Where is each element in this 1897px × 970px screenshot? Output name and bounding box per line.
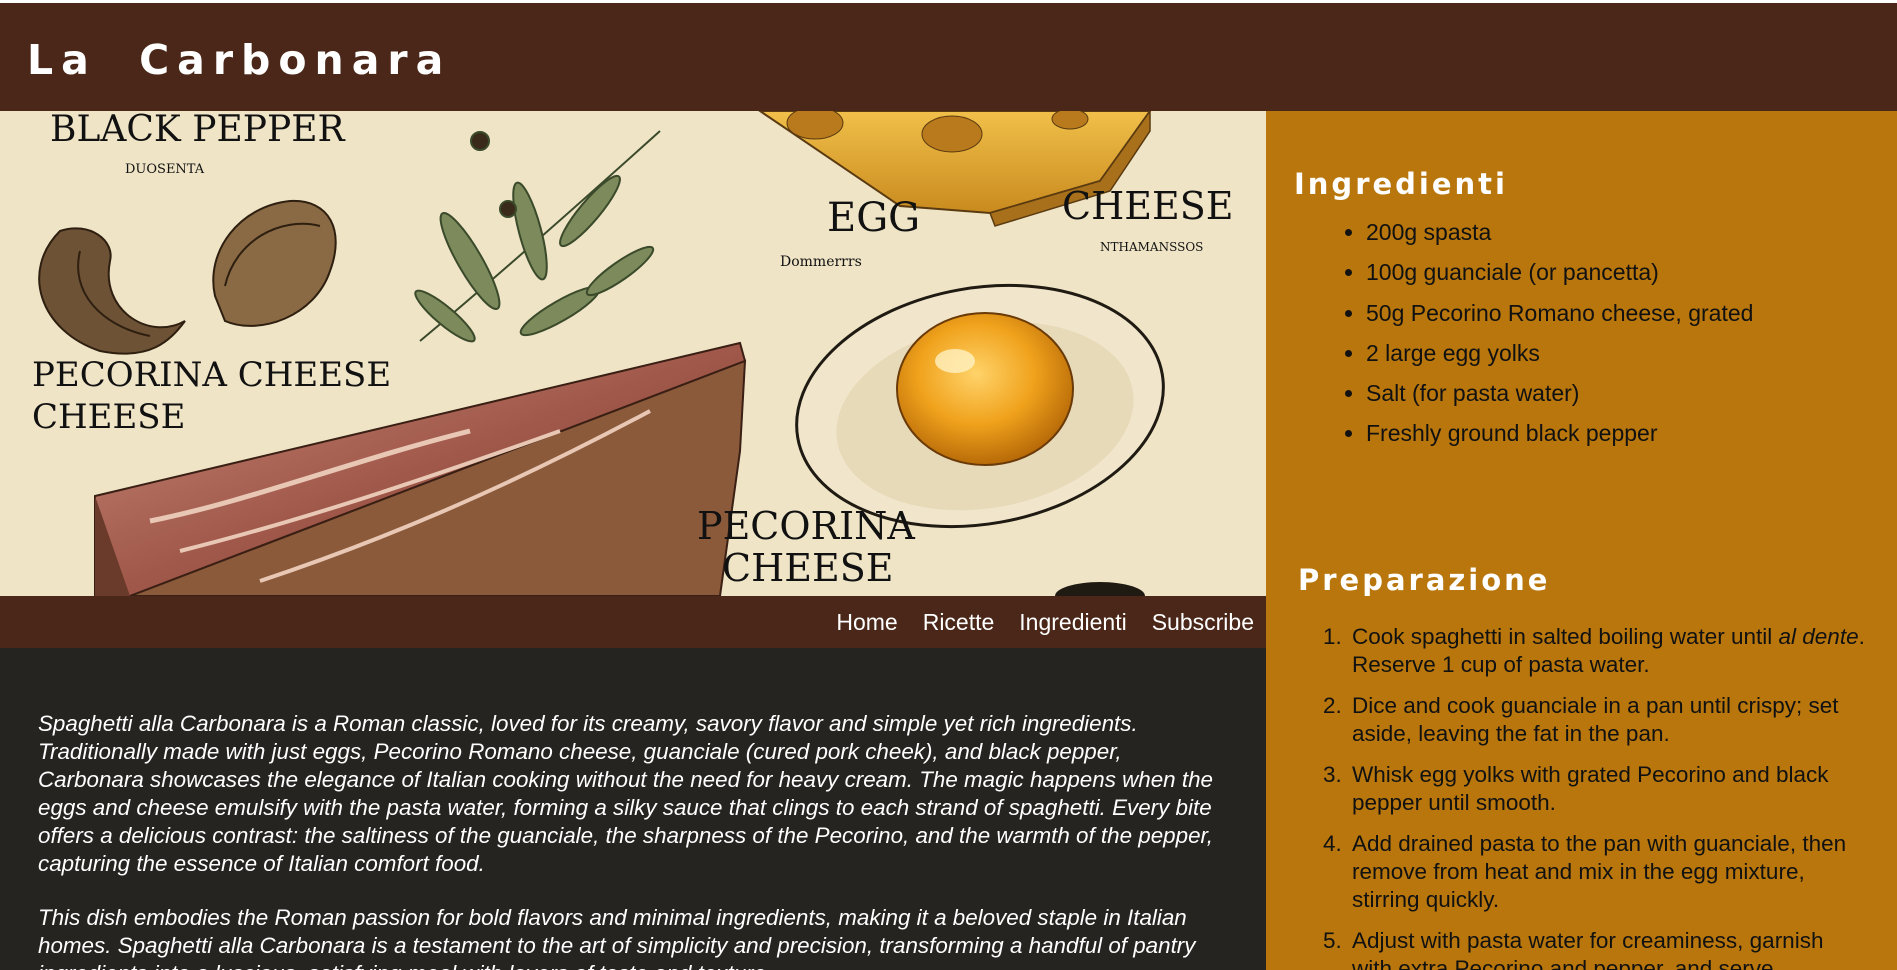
site-title: La Carbonara bbox=[27, 36, 452, 84]
main-nav: Home Ricette Ingredienti Subscribe bbox=[0, 596, 1266, 648]
label-black-pepper: BLACK PEPPER bbox=[50, 111, 345, 150]
nav-ricette[interactable]: Ricette bbox=[923, 596, 995, 648]
label-cheese: CHEESE bbox=[1062, 184, 1233, 228]
label-egg: EGG bbox=[827, 195, 920, 241]
step-text: Adjust with pasta water for creaminess, … bbox=[1352, 928, 1824, 970]
nav-subscribe[interactable]: Subscribe bbox=[1152, 596, 1254, 648]
ingredient-item: Salt (for pasta water) bbox=[1366, 380, 1876, 420]
caption-under-pepper: DUOSENTA bbox=[125, 162, 205, 177]
step-item: Whisk egg yolks with grated Pecorino and… bbox=[1348, 761, 1868, 817]
label-pecorina-cheese-2a: PECORINA bbox=[697, 504, 915, 548]
site-header: La Carbonara bbox=[0, 3, 1897, 111]
intro-paragraph-2: This dish embodies the Roman passion for… bbox=[38, 905, 1196, 970]
ingredient-item: Freshly ground black pepper bbox=[1366, 420, 1876, 460]
step-text: Dice and cook guanciale in a pan until c… bbox=[1352, 693, 1839, 746]
ingredient-item: 2 large egg yolks bbox=[1366, 340, 1876, 380]
step-item: Adjust with pasta water for creaminess, … bbox=[1348, 927, 1868, 970]
step-text: Add drained pasta to the pan with guanci… bbox=[1352, 831, 1847, 912]
label-pecorina-cheese-1b: CHEESE bbox=[32, 397, 185, 437]
ingredient-item: 50g Pecorino Romano cheese, grated bbox=[1366, 300, 1876, 340]
intro-section: Spaghetti alla Carbonara is a Roman clas… bbox=[0, 648, 1266, 970]
label-pecorina-cheese-2b: CHEESE bbox=[722, 546, 893, 590]
nav-ingredienti[interactable]: Ingredienti bbox=[1019, 596, 1126, 648]
preparation-heading: Preparazione bbox=[1298, 563, 1551, 597]
label-pecorina-cheese-1a: PECORINA CHEESE bbox=[32, 355, 391, 395]
caption-under-cheese: NTHAMANSSOS bbox=[1100, 240, 1203, 254]
ingredient-item: 100g guanciale (or pancetta) bbox=[1366, 259, 1876, 299]
step-text: Cook spaghetti in salted boiling water u… bbox=[1352, 624, 1779, 649]
step-text: Whisk egg yolks with grated Pecorino and… bbox=[1352, 762, 1829, 815]
ingredients-heading: Ingredienti bbox=[1294, 167, 1508, 201]
caption-under-egg: Dommerrrs bbox=[780, 254, 862, 270]
preparation-steps: Cook spaghetti in salted boiling water u… bbox=[1348, 623, 1868, 970]
nav-home[interactable]: Home bbox=[836, 596, 897, 648]
step-item: Dice and cook guanciale in a pan until c… bbox=[1348, 692, 1868, 748]
step-item: Cook spaghetti in salted boiling water u… bbox=[1348, 623, 1868, 679]
step-item: Add drained pasta to the pan with guanci… bbox=[1348, 830, 1868, 914]
ingredients-list: 200g spasta 100g guanciale (or pancetta)… bbox=[1366, 219, 1876, 461]
hero-svg: BLACK PEPPER DUOSENTA EGG CHEESE NTHAMAN… bbox=[0, 111, 1266, 596]
ingredient-item: 200g spasta bbox=[1366, 219, 1876, 259]
recipe-sidebar: Ingredienti 200g spasta 100g guanciale (… bbox=[1266, 111, 1897, 970]
step-emphasis: al dente bbox=[1778, 624, 1859, 649]
hero-illustration: BLACK PEPPER DUOSENTA EGG CHEESE NTHAMAN… bbox=[0, 111, 1266, 596]
intro-paragraph-1: Spaghetti alla Carbonara is a Roman clas… bbox=[38, 711, 1213, 876]
